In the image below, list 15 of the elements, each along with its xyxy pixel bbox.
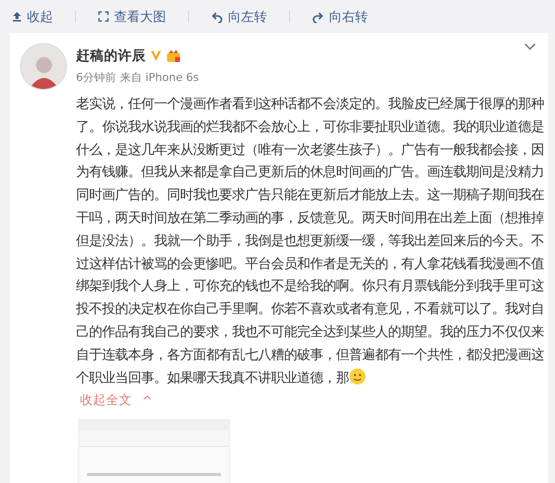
collapse-link[interactable]: 收起	[12, 8, 53, 26]
author-name[interactable]: 赶稿的许辰	[76, 47, 146, 65]
expand-icon	[98, 11, 109, 22]
chevron-down-icon[interactable]	[524, 43, 536, 51]
rotate-right-icon	[312, 10, 324, 22]
up-arrow-icon	[12, 11, 22, 22]
post-source: 来自 iPhone 6s	[120, 70, 199, 85]
post-text: 老实说，任何一个漫画作者看到这种话都不会淡定的。我脸皮已经属于很厚的那种了。你说我水说我画的烂我都不会放心上，可你非要扯职业道德。我的职业道德是什么，是这几年来从没断更过（唯有一次老婆生孩子）。广告有一般我都会接，因为有钱赚。但我从来都是拿自己更新后的休息时间画的广告。画连载期间是没精力同时画广告的。同时我也要求广告只能在更新后才能放上去。这一期稿子期间我在干吗，两天时间放在第二季动画的事，反馈意见。两天时间用在出差上面（想推掉但是没法）。我就一个助手，我倒是也想更新缓一缓，等我出差回来后的今天。不过这样估计被骂的会更惨吧。平台会员和作者是无关的，有人拿花钱看我漫画不值绑架到我个人身上，可你充的钱也不是给我的啊。你只有月票钱能分到我手里可这投不投的决定权在你自己手里啊。你若不喜欢或者有意见，不看就可以了。我对自己的作品有我自己的要求，我也不可能完全达到某些人的期望。我的压力不仅仅来自于连载本身，各方面都有乱七八糟的破事，但普遍都有一个共性，都没把漫画这个职业当回事。如果哪天我真不讲职业道德，那	[76, 96, 545, 388]
rotate-right-link[interactable]: 向右转	[312, 8, 368, 26]
enlarge-link[interactable]: 查看大图	[98, 8, 166, 26]
avatar[interactable]	[20, 43, 67, 90]
rotate-left-link[interactable]: 向左转	[211, 8, 267, 26]
crown-icon[interactable]	[166, 49, 181, 63]
post-time[interactable]: 6分钟前	[76, 70, 116, 85]
rotate-left-icon	[211, 10, 223, 22]
